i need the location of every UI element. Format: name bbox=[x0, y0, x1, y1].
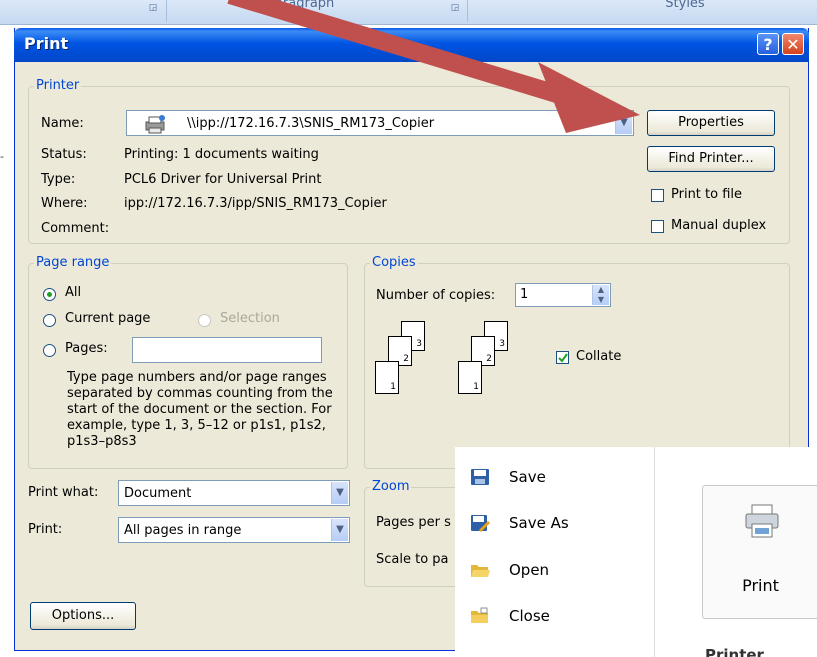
ribbon-strip: ◲ Paragraph ◲ Styles bbox=[0, 0, 817, 25]
selection-radio[interactable] bbox=[198, 314, 211, 327]
collate-page-icon: 1 bbox=[458, 361, 482, 394]
copies-value: 1 bbox=[520, 287, 529, 302]
title-bar bbox=[14, 28, 809, 62]
spinner-arrows-icon[interactable]: ▲ ▼ bbox=[592, 285, 609, 305]
backstage-save-label: Save bbox=[509, 468, 546, 486]
all-label: All bbox=[65, 285, 82, 300]
save-as-icon bbox=[471, 515, 490, 532]
pages-radio[interactable] bbox=[43, 344, 56, 357]
ribbon-group-paragraph: Paragraph bbox=[267, 0, 335, 11]
properties-button[interactable]: Properties bbox=[647, 110, 775, 136]
pages-label: Pages: bbox=[65, 341, 108, 356]
printer-legend: Printer bbox=[34, 78, 82, 93]
backstage-printer-heading: Printer bbox=[705, 646, 764, 657]
find-printer-button[interactable]: Find Printer... bbox=[647, 146, 775, 172]
scale-to-paper-label: Scale to pa bbox=[376, 552, 449, 567]
backstage-close[interactable]: Close bbox=[470, 603, 640, 633]
printer-icon bbox=[745, 504, 779, 538]
print-to-file-checkbox[interactable] bbox=[651, 189, 664, 202]
backstage-save-as-label: Save As bbox=[509, 514, 569, 532]
chevron-down-icon[interactable]: ▼ bbox=[615, 112, 632, 134]
backstage-print-label: Print bbox=[742, 576, 779, 595]
print-label: Print: bbox=[28, 522, 63, 537]
page-range-help-text: Type page numbers and/or page ranges sep… bbox=[67, 370, 333, 449]
print-to-file-label: Print to file bbox=[671, 187, 743, 202]
pages-per-sheet-label: Pages per s bbox=[376, 515, 451, 530]
print-what-label: Print what: bbox=[28, 485, 99, 500]
copies-legend: Copies bbox=[370, 255, 418, 270]
help-button[interactable]: ? bbox=[757, 33, 779, 55]
backstage-print-button[interactable]: Print bbox=[702, 485, 817, 619]
manual-duplex-checkbox[interactable] bbox=[651, 220, 664, 233]
status-label: Status: bbox=[41, 147, 87, 162]
page-range-legend: Page range bbox=[34, 255, 112, 270]
pages-input[interactable] bbox=[132, 337, 322, 363]
open-folder-icon bbox=[471, 565, 490, 577]
number-of-copies-label: Number of copies: bbox=[376, 288, 496, 303]
collate-label: Collate bbox=[576, 349, 622, 364]
zoom-legend: Zoom bbox=[370, 479, 412, 494]
chevron-down-icon[interactable]: ▼ bbox=[331, 519, 348, 541]
comment-label: Comment: bbox=[41, 221, 110, 236]
copies-spinner[interactable]: 1 ▲ ▼ bbox=[515, 283, 611, 307]
dialog-launcher-icon[interactable]: ◲ bbox=[146, 2, 160, 14]
print-what-value: Document bbox=[124, 486, 192, 501]
chevron-down-icon[interactable]: ▼ bbox=[331, 482, 348, 504]
background-fragment: - bbox=[0, 150, 4, 163]
print-what-combo[interactable]: Document ▼ bbox=[118, 480, 350, 506]
close-folder-icon bbox=[471, 607, 488, 623]
where-label: Where: bbox=[41, 196, 88, 211]
printer-icon bbox=[145, 115, 165, 134]
options-button[interactable]: Options... bbox=[30, 602, 136, 630]
collate-checkbox[interactable] bbox=[556, 351, 569, 364]
dialog-title: Print bbox=[24, 34, 69, 53]
ribbon-separator bbox=[166, 0, 167, 22]
save-icon bbox=[471, 469, 489, 485]
backstage-save-as[interactable]: Save As bbox=[470, 510, 640, 540]
backstage-close-label: Close bbox=[509, 607, 550, 625]
backstage-open-label: Open bbox=[509, 561, 550, 579]
printer-name-combo[interactable]: \\ipp://172.16.7.3\SNIS_RM173_Copier ▼ bbox=[126, 110, 634, 136]
print-range-value: All pages in range bbox=[124, 523, 242, 538]
checkmark-icon bbox=[558, 353, 568, 363]
printer-name-value: \\ipp://172.16.7.3\SNIS_RM173_Copier bbox=[187, 116, 435, 131]
type-label: Type: bbox=[41, 172, 76, 187]
ribbon-separator bbox=[467, 0, 468, 22]
where-value: ipp://172.16.7.3/ipp/SNIS_RM173_Copier bbox=[124, 196, 387, 211]
backstage-save[interactable]: Save bbox=[470, 464, 640, 494]
name-label: Name: bbox=[41, 116, 84, 131]
type-value: PCL6 Driver for Universal Print bbox=[124, 172, 322, 187]
backstage-open[interactable]: Open bbox=[470, 557, 640, 587]
print-range-combo[interactable]: All pages in range ▼ bbox=[118, 517, 350, 543]
collate-page-icon: 1 bbox=[375, 361, 399, 394]
all-radio[interactable] bbox=[43, 288, 56, 301]
close-button[interactable]: ✕ bbox=[782, 33, 804, 55]
ribbon-group-styles: Styles bbox=[665, 0, 705, 11]
status-value: Printing: 1 documents waiting bbox=[124, 147, 319, 162]
current-page-label: Current page bbox=[65, 311, 151, 326]
dialog-launcher-icon[interactable]: ◲ bbox=[448, 2, 462, 14]
selection-label: Selection bbox=[220, 311, 280, 326]
manual-duplex-label: Manual duplex bbox=[671, 218, 767, 233]
current-page-radio[interactable] bbox=[43, 314, 56, 327]
